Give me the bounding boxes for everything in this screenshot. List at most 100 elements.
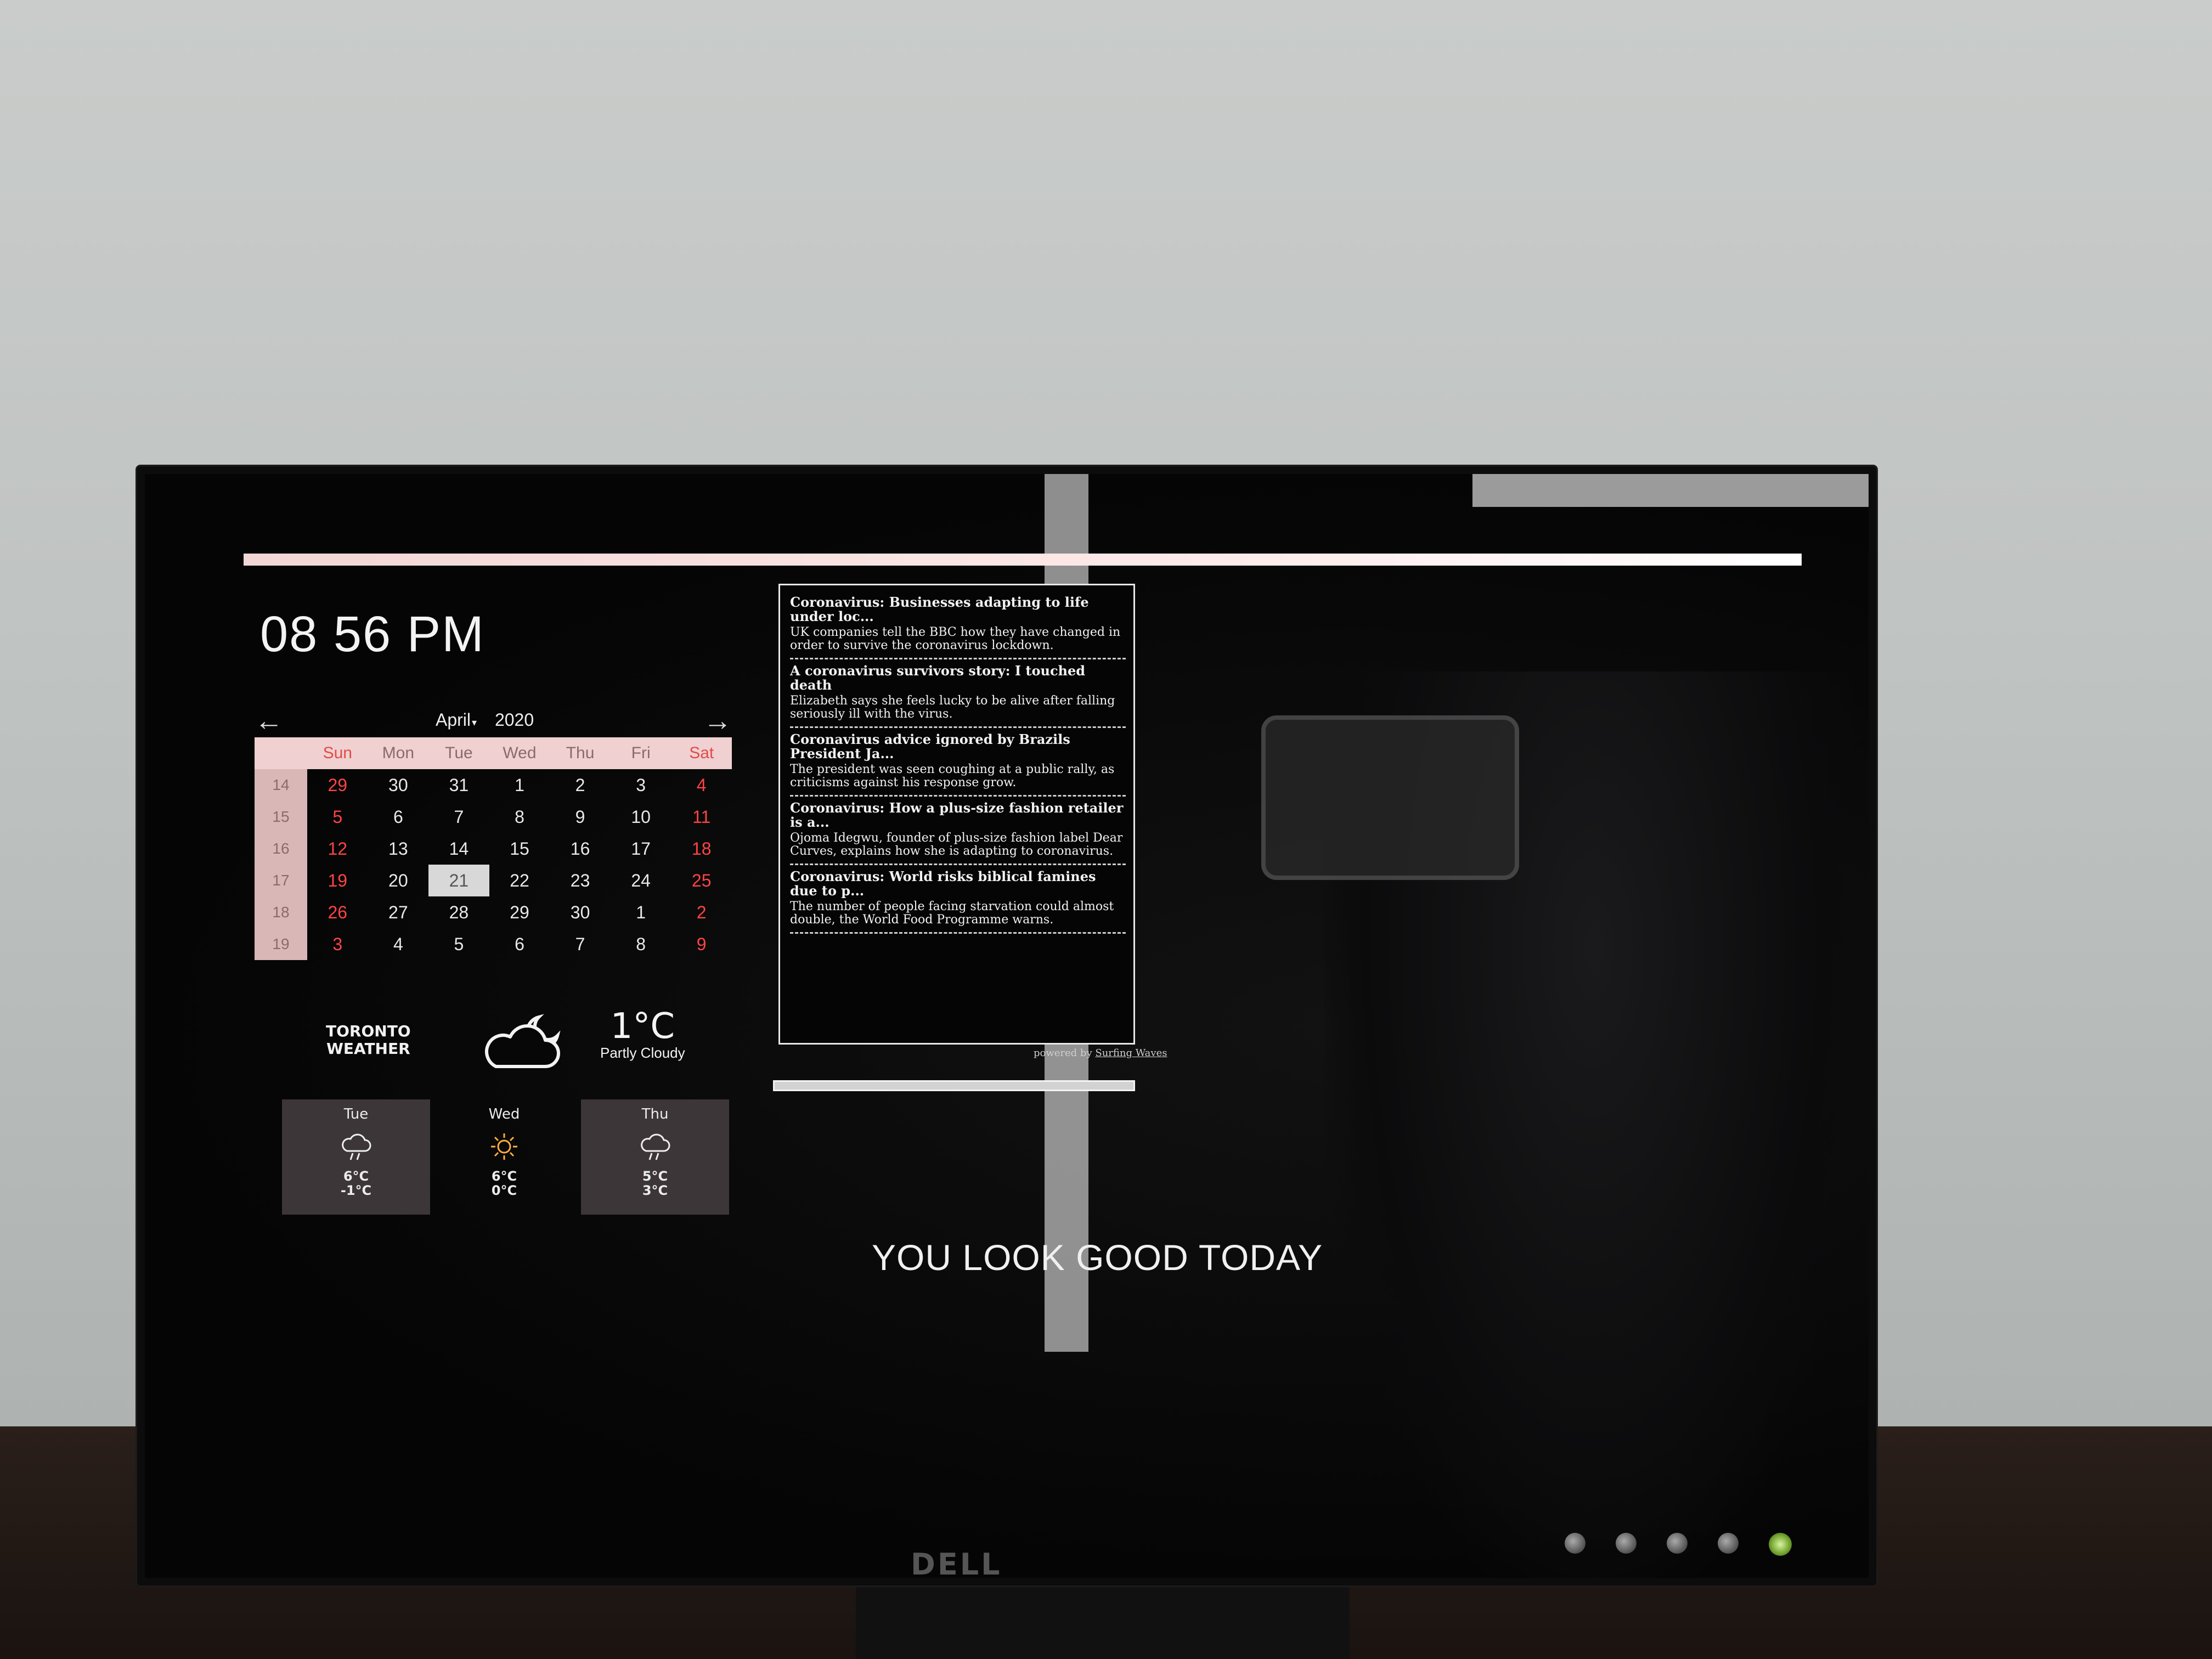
arrow-left-icon[interactable]: ← (255, 704, 283, 737)
calendar-day[interactable]: 22 (489, 865, 550, 896)
calendar-header-mon: Mon (368, 737, 429, 769)
calendar-day[interactable]: 24 (611, 865, 672, 896)
news-title[interactable]: Coronavirus: Businesses adapting to life… (790, 595, 1126, 624)
rain-cloud-icon (641, 1133, 670, 1160)
calendar-year: 2020 (494, 710, 534, 730)
calendar-day[interactable]: 16 (550, 833, 611, 865)
compliment-text: YOU LOOK GOOD TODAY (872, 1237, 1323, 1278)
calendar-day[interactable]: 1 (489, 769, 550, 801)
news-item[interactable]: A coronavirus survivors story: I touched… (790, 659, 1126, 728)
calendar-day[interactable]: 28 (428, 896, 489, 928)
forecast-low: 3°C (642, 1183, 668, 1198)
monitor-button-2[interactable] (1616, 1533, 1637, 1554)
forecast-day-label: Tue (343, 1106, 369, 1122)
news-item[interactable]: Coronavirus: Businesses adapting to life… (790, 591, 1126, 659)
calendar-day[interactable]: 25 (671, 865, 732, 896)
calendar-day[interactable]: 29 (307, 769, 368, 801)
weather-current: 1°C Partly Cloudy (600, 1006, 685, 1062)
calendar-week-number: 14 (255, 769, 307, 801)
weather-city-name: TORONTO (326, 1022, 411, 1040)
calendar-day[interactable]: 9 (671, 928, 732, 960)
calendar-day[interactable]: 3 (307, 928, 368, 960)
news-title[interactable]: Coronavirus: How a plus-size fashion ret… (790, 801, 1126, 830)
calendar-day[interactable]: 7 (428, 801, 489, 833)
calendar-day[interactable]: 26 (307, 896, 368, 928)
calendar-header-wed: Wed (489, 737, 550, 769)
news-description: Ojoma Idegwu, founder of plus-size fashi… (790, 831, 1123, 858)
weather-condition: Partly Cloudy (600, 1045, 685, 1061)
calendar-day[interactable]: 8 (489, 801, 550, 833)
calendar-day[interactable]: 15 (489, 833, 550, 865)
calendar-day[interactable]: 12 (307, 833, 368, 865)
calendar-day[interactable]: 20 (368, 865, 429, 896)
news-description: The number of people facing starvation c… (790, 900, 1114, 927)
news-title[interactable]: A coronavirus survivors story: I touched… (790, 664, 1126, 692)
reflection-window (1472, 474, 1869, 507)
calendar-day[interactable]: 5 (428, 928, 489, 960)
news-title[interactable]: Coronavirus: World risks biblical famine… (790, 870, 1126, 898)
photo-scene: 08 56 PM ← April ▾ 2020 → Sun Mon Tue Wed (0, 0, 2212, 1659)
calendar-day[interactable]: 4 (368, 928, 429, 960)
calendar-day[interactable]: 2 (671, 896, 732, 928)
calendar-day[interactable]: 9 (550, 801, 611, 833)
calendar-day[interactable]: 17 (611, 833, 672, 865)
forecast-day-3: Thu 5°C 3°C (581, 1099, 729, 1215)
monitor-button-4[interactable] (1718, 1533, 1739, 1554)
calendar-day[interactable]: 2 (550, 769, 611, 801)
calendar-day[interactable]: 6 (489, 928, 550, 960)
sun-icon (491, 1133, 517, 1160)
forecast-low: 0°C (491, 1183, 517, 1198)
calendar-day[interactable]: 29 (489, 896, 550, 928)
calendar-week-number: 19 (255, 928, 307, 960)
calendar-day[interactable]: 3 (611, 769, 672, 801)
calendar-day[interactable]: 7 (550, 928, 611, 960)
calendar-day[interactable]: 19 (307, 865, 368, 896)
calendar-day[interactable]: 23 (550, 865, 611, 896)
mirror-screen: 08 56 PM ← April ▾ 2020 → Sun Mon Tue Wed (145, 474, 1869, 1578)
calendar-title[interactable]: April ▾ 2020 (436, 710, 534, 730)
news-item[interactable]: Coronavirus: How a plus-size fashion ret… (790, 797, 1126, 865)
news-item[interactable]: Coronavirus: World risks biblical famine… (790, 865, 1126, 934)
calendar-week-number: 18 (255, 896, 307, 928)
calendar-day[interactable]: 5 (307, 801, 368, 833)
calendar-day[interactable]: 13 (368, 833, 429, 865)
partly-cloudy-night-icon (485, 1014, 561, 1068)
forecast-low: -1°C (340, 1183, 372, 1198)
monitor-logo: DELL (911, 1547, 1002, 1582)
arrow-right-icon[interactable]: → (703, 704, 732, 737)
news-title[interactable]: Coronavirus advice ignored by Brazils Pr… (790, 732, 1126, 761)
forecast-day-2: Wed 6°C 0°C (430, 1099, 578, 1215)
calendar-day[interactable]: 14 (428, 833, 489, 865)
calendar-day[interactable]: 30 (368, 769, 429, 801)
news-description: The president was seen coughing at a pub… (790, 763, 1115, 789)
calendar-day[interactable]: 18 (671, 833, 732, 865)
monitor-button-3[interactable] (1667, 1533, 1688, 1554)
chevron-down-icon[interactable]: ▾ (472, 717, 477, 728)
calendar-header-sun: Sun (307, 737, 368, 769)
calendar-header-fri: Fri (610, 737, 672, 769)
calendar-day[interactable]: 8 (611, 928, 672, 960)
calendar-day[interactable]: 21 (428, 865, 489, 896)
monitor-button-1[interactable] (1565, 1533, 1585, 1554)
calendar-day[interactable]: 11 (671, 801, 732, 833)
news-credit-link[interactable]: Surfing Waves (1095, 1047, 1167, 1059)
calendar-month[interactable]: April (436, 710, 471, 730)
top-bar (244, 554, 1802, 566)
forecast-high: 6°C (343, 1169, 369, 1184)
calendar-day[interactable]: 30 (550, 896, 611, 928)
calendar-week-number: 15 (255, 801, 307, 833)
monitor: 08 56 PM ← April ▾ 2020 → Sun Mon Tue Wed (137, 466, 1876, 1585)
calendar-day[interactable]: 27 (368, 896, 429, 928)
news-item[interactable]: Coronavirus advice ignored by Brazils Pr… (790, 728, 1126, 797)
calendar-day[interactable]: 31 (428, 769, 489, 801)
news-feed[interactable]: Coronavirus: Businesses adapting to life… (778, 584, 1135, 1045)
rain-cloud-icon (342, 1133, 371, 1160)
calendar-day[interactable]: 4 (671, 769, 732, 801)
calendar-day[interactable]: 1 (611, 896, 672, 928)
forecast-day-1: Tue 6°C -1°C (282, 1099, 430, 1215)
news-credit: powered by Surfing Waves (1034, 1047, 1167, 1059)
calendar-day[interactable]: 6 (368, 801, 429, 833)
news-scrollbar[interactable] (773, 1080, 1135, 1091)
power-button[interactable] (1769, 1533, 1792, 1556)
calendar-day[interactable]: 10 (611, 801, 672, 833)
